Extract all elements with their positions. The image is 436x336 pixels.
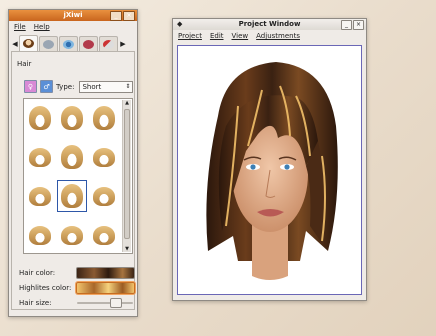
tab-brush[interactable] bbox=[99, 36, 118, 51]
hairstyle-thumb[interactable] bbox=[90, 181, 118, 211]
hair-color-row: Hair color: bbox=[19, 267, 135, 279]
hairstyle-icon bbox=[29, 225, 51, 245]
project-titlebar[interactable]: ◆ Project Window _ × bbox=[173, 19, 366, 30]
tab-lips[interactable] bbox=[79, 36, 98, 51]
brush-icon bbox=[103, 39, 114, 49]
tab-hair[interactable] bbox=[19, 35, 38, 51]
hairstyle-icon bbox=[61, 184, 83, 208]
hairstyle-thumb[interactable] bbox=[58, 103, 86, 133]
jxiwi-window: jXiwi _ × File Help ◀ ▶ Hair ♀ ♂ Type: S… bbox=[8, 9, 138, 317]
hairstyle-icon bbox=[61, 225, 83, 245]
hairstyle-icon bbox=[93, 106, 115, 130]
hairstyle-icon bbox=[61, 106, 83, 130]
male-toggle-icon[interactable]: ♂ bbox=[40, 80, 53, 93]
scroll-down-icon[interactable]: ▼ bbox=[123, 246, 131, 252]
menu-adjustments[interactable]: Adjustments bbox=[256, 32, 300, 40]
scroll-up-icon[interactable]: ▲ bbox=[123, 100, 131, 106]
portrait-image bbox=[206, 62, 338, 280]
project-menubar: Project Edit View Adjustments bbox=[173, 30, 366, 42]
tab-cap[interactable] bbox=[39, 36, 58, 51]
type-label: Type: bbox=[56, 82, 75, 91]
lips-icon bbox=[83, 39, 94, 49]
project-title: Project Window bbox=[238, 20, 301, 28]
hairstyle-icon bbox=[93, 147, 115, 167]
menu-edit[interactable]: Edit bbox=[210, 32, 224, 40]
hair-color-label: Hair color: bbox=[19, 269, 56, 277]
hairstyle-thumb[interactable] bbox=[90, 103, 118, 133]
hair-size-slider[interactable] bbox=[77, 298, 133, 308]
tab-eyes[interactable] bbox=[59, 36, 78, 51]
eye-icon bbox=[63, 39, 74, 49]
cap-icon bbox=[43, 39, 54, 49]
chevron-down-icon: ⇕ bbox=[125, 82, 131, 90]
minimize-button[interactable]: _ bbox=[110, 11, 122, 21]
female-toggle-icon[interactable]: ♀ bbox=[24, 80, 37, 93]
hair-size-row: Hair size: bbox=[19, 298, 135, 308]
hairstyle-icon bbox=[61, 145, 83, 169]
hairstyle-thumb-selected[interactable] bbox=[57, 180, 87, 212]
gallery-scrollbar[interactable]: ▲ ▼ bbox=[122, 100, 131, 252]
hairstyle-thumb[interactable] bbox=[26, 220, 54, 250]
hairstyle-icon bbox=[29, 106, 51, 130]
project-window: ◆ Project Window _ × Project Edit View A… bbox=[172, 18, 367, 301]
slider-track bbox=[77, 302, 133, 304]
tabs-right-arrow-icon[interactable]: ▶ bbox=[119, 37, 127, 51]
hair-icon bbox=[23, 39, 34, 48]
tabs-left-arrow-icon[interactable]: ◀ bbox=[11, 37, 19, 51]
type-select[interactable]: Short ⇕ bbox=[79, 80, 134, 93]
type-select-value: Short bbox=[82, 82, 102, 91]
hair-type-controls: ♀ ♂ Type: Short ⇕ bbox=[24, 80, 134, 93]
hairstyle-gallery: ▲ ▼ bbox=[23, 98, 133, 254]
slider-knob[interactable] bbox=[110, 298, 123, 308]
hairstyle-thumb[interactable] bbox=[90, 220, 118, 250]
hairstyle-thumb[interactable] bbox=[26, 181, 54, 211]
hairstyle-icon bbox=[29, 147, 51, 167]
hair-size-label: Hair size: bbox=[19, 299, 52, 307]
project-canvas[interactable] bbox=[177, 45, 362, 295]
hair-color-swatch[interactable] bbox=[76, 267, 135, 279]
hairstyle-thumb[interactable] bbox=[58, 142, 86, 172]
hairstyle-icon bbox=[93, 225, 115, 245]
jxiwi-titlebar[interactable]: jXiwi _ × bbox=[9, 10, 137, 21]
category-tabs: ◀ ▶ bbox=[11, 34, 135, 52]
menu-file[interactable]: File bbox=[14, 23, 26, 31]
jxiwi-menubar: File Help bbox=[9, 21, 137, 33]
close-button[interactable]: × bbox=[353, 20, 364, 30]
hairstyle-icon bbox=[29, 186, 51, 206]
highlites-color-row: Highlites color: bbox=[19, 282, 135, 294]
menu-project[interactable]: Project bbox=[178, 32, 202, 40]
highlites-color-swatch[interactable] bbox=[76, 282, 135, 294]
menu-help[interactable]: Help bbox=[34, 23, 50, 31]
highlites-color-label: Highlites color: bbox=[19, 284, 72, 292]
section-label-hair: Hair bbox=[17, 60, 32, 68]
hairstyle-thumb[interactable] bbox=[90, 142, 118, 172]
hairstyle-thumb[interactable] bbox=[26, 103, 54, 133]
menu-view[interactable]: View bbox=[232, 32, 249, 40]
scrollbar-thumb[interactable] bbox=[124, 109, 130, 239]
hairstyle-thumb[interactable] bbox=[26, 142, 54, 172]
minimize-button[interactable]: _ bbox=[341, 20, 352, 30]
hairstyle-thumb[interactable] bbox=[58, 220, 86, 250]
close-button[interactable]: × bbox=[123, 11, 135, 21]
hairstyle-icon bbox=[93, 186, 115, 206]
